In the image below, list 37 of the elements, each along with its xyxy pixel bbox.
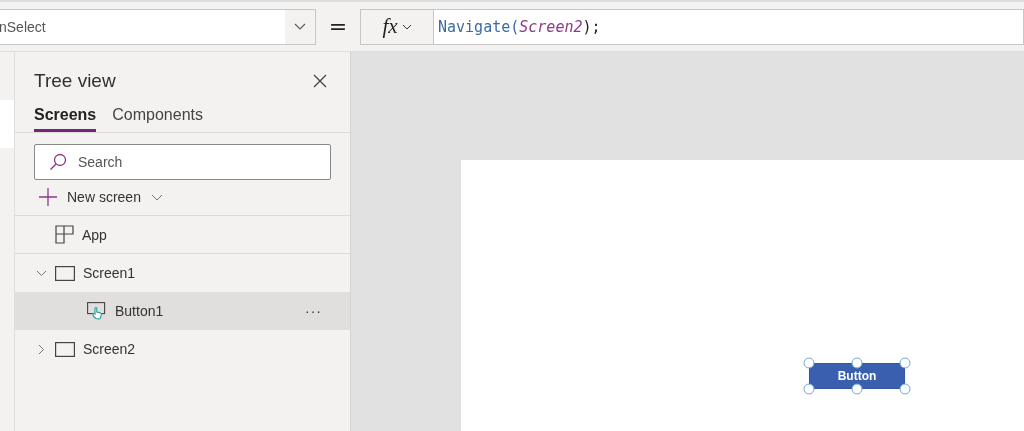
tree-item[interactable]: App [15,216,350,254]
selection-handle[interactable] [851,383,863,395]
chevron-down-icon [401,23,412,30]
selection-handle[interactable] [899,383,911,395]
equals-sign: = [327,14,349,39]
canvas-button[interactable]: Button [809,363,905,389]
tree-item[interactable]: Button1 ··· [15,292,350,330]
button-control-icon [87,302,107,320]
selection-handle[interactable] [851,357,863,369]
chevron-down-icon[interactable] [35,269,47,277]
function-button[interactable]: fx [360,8,434,45]
more-options-icon[interactable]: ··· [305,303,322,319]
formula-field[interactable]: Navigate(Screen2); [434,8,1024,45]
tree-item-label: Screen1 [83,265,136,281]
grid-icon [55,225,74,244]
tree-item[interactable]: Screen1 [15,254,350,292]
panel-title: Tree view [34,70,116,92]
tree-item-label: Button1 [115,303,164,319]
selection-handle[interactable] [899,357,911,369]
chevron-down-icon [150,193,163,201]
screen-icon [55,341,75,357]
tree-item-label: Screen2 [83,341,136,357]
selection-handle[interactable] [803,383,815,395]
property-dropdown[interactable]: nSelect [0,8,316,45]
close-icon[interactable] [313,74,327,88]
tab[interactable]: Components [112,102,203,132]
search-icon [49,153,67,171]
tree-item-label: App [82,226,107,243]
new-screen-button[interactable]: New screen [15,180,163,215]
tab[interactable]: Screens [34,102,97,132]
search-field[interactable]: Search [34,144,331,180]
screen-icon [55,265,75,281]
plus-icon [39,188,57,206]
tree-item[interactable]: Screen2 [15,330,350,368]
selection-handle[interactable] [803,357,815,369]
chevron-down-icon [294,22,306,31]
chevron-right-icon[interactable] [37,343,45,355]
